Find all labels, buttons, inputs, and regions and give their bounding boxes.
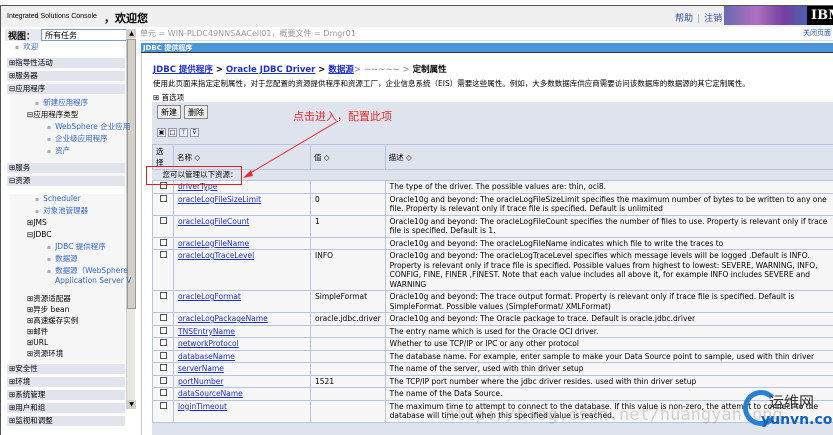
watermark-logo: 运维网 yunvn.com — [735, 388, 833, 435]
watermark-url: http://blog.csdn.net/huangyanlong — [445, 405, 783, 425]
annotation-text: 点击进入，配置此项 — [293, 110, 392, 123]
annotation-arrow — [243, 120, 339, 178]
